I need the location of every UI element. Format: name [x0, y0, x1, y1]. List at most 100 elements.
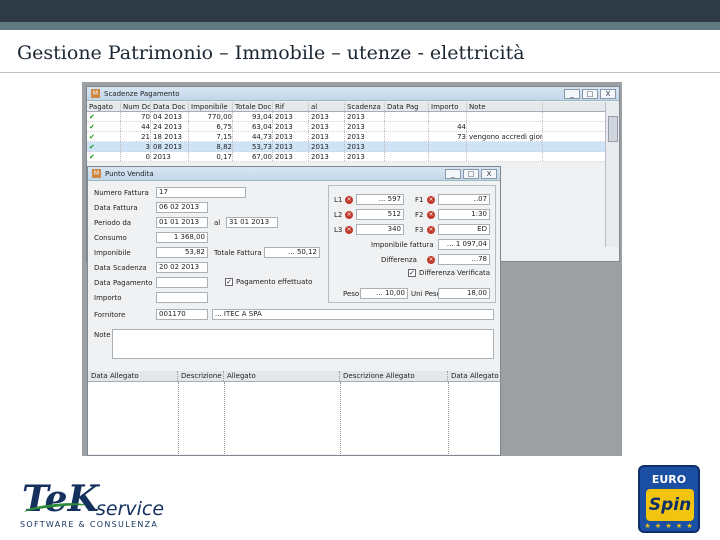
eurospin-stars: ★ ★ ★ ★ ★	[644, 522, 694, 530]
importo-fattura-field[interactable]: ... 1 097,04	[438, 239, 490, 250]
grid-header: Pagato Num Doc Data Doc Imponibile Total…	[87, 102, 605, 112]
header-accent-band	[0, 22, 720, 30]
payments-grid: Pagato Num Doc Data Doc Imponibile Total…	[87, 102, 605, 162]
differenza-field[interactable]: ...78	[438, 254, 490, 265]
paid-check-icon: ✔	[87, 132, 121, 141]
l3-label: L3	[334, 226, 343, 234]
f2-field[interactable]: 1:30	[438, 209, 490, 220]
col-header-imponibile[interactable]: Imponibile	[189, 102, 233, 111]
f1-label: F1	[415, 196, 424, 204]
uni-peso-label: Uni Peso	[411, 290, 441, 298]
table-row[interactable]: ✔ 21 18 2013 7,15 44,73 2013 2013 2013 7…	[87, 132, 605, 142]
attachments-list[interactable]	[88, 382, 500, 454]
data-fattura-label: Data Fattura	[94, 204, 138, 212]
numero-fattura-label: Numero Fattura	[94, 189, 149, 197]
minimize-button[interactable]: _	[445, 169, 461, 179]
pagamento-effettuato-checkbox[interactable]: ✓	[225, 278, 233, 286]
slide-title: Gestione Patrimonio – Immobile – utenze …	[17, 42, 525, 64]
col-header-scadenza[interactable]: Scadenza	[345, 102, 385, 111]
l2-field[interactable]: 512	[356, 209, 404, 220]
consumo-field[interactable]: 1 368,00	[156, 232, 208, 243]
eurospin-euro-text: EURO	[651, 473, 687, 486]
col-header-allegato[interactable]: Allegato	[224, 371, 340, 381]
differenza-label: Differenza	[381, 256, 417, 264]
delete-icon[interactable]: ×	[427, 196, 435, 204]
col-header-descrizione-allegato[interactable]: Descrizione Allegato	[340, 371, 448, 381]
imponibile-field[interactable]: 53,82	[156, 247, 208, 258]
importo-label: Importo	[94, 294, 122, 302]
fornitore-code-field[interactable]: 001170	[156, 309, 208, 320]
eurospin-spin-text: Spin	[646, 489, 694, 521]
col-header-data-allegato[interactable]: Data Allegato	[88, 371, 178, 381]
l3-field[interactable]: 340	[356, 224, 404, 235]
delete-icon[interactable]: ×	[345, 196, 353, 204]
vertical-scrollbar[interactable]	[605, 102, 619, 247]
peso-field[interactable]: ... 10,00	[360, 288, 408, 299]
paid-check-icon: ✔	[87, 152, 121, 161]
delete-icon[interactable]: ×	[345, 211, 353, 219]
maximize-button[interactable]: □	[463, 169, 479, 179]
note-label: Note	[94, 331, 111, 339]
data-scadenza-label: Data Scadenza	[94, 264, 147, 272]
importo-field[interactable]	[156, 292, 208, 303]
note-textarea[interactable]	[112, 329, 494, 359]
minimize-button[interactable]: _	[564, 89, 580, 99]
l1-field[interactable]: ... 597	[356, 194, 404, 205]
col-header-data-doc[interactable]: Data Doc	[151, 102, 189, 111]
close-button[interactable]: X	[600, 89, 616, 99]
l2-label: L2	[334, 211, 343, 219]
delete-icon[interactable]: ×	[427, 211, 435, 219]
data-fattura-field[interactable]: 06 02 2013	[156, 202, 208, 213]
maximize-button[interactable]: □	[582, 89, 598, 99]
close-button[interactable]: X	[481, 169, 497, 179]
totale-fattura-field[interactable]: ... 50,12	[264, 247, 320, 258]
col-header-descrizione[interactable]: Descrizione	[178, 371, 224, 381]
invoice-form: Numero Fattura 17 Data Fattura 06 02 201…	[88, 181, 500, 455]
title-divider	[0, 72, 720, 73]
col-header-note[interactable]: Note	[467, 102, 543, 111]
periodo-al-label: al	[214, 219, 221, 227]
table-row[interactable]: ✔ 70 04 2013 770,00 93,04 2013 2013 2013	[87, 112, 605, 122]
paid-check-icon: ✔	[87, 122, 121, 131]
window-titlebar[interactable]: M Scadenze Pagamento	[87, 87, 619, 101]
uni-peso-field[interactable]: 18,00	[438, 288, 490, 299]
f2-label: F2	[415, 211, 424, 219]
punto-vendita-window: M Punto Vendita _ □ X Numero Fattura 17 …	[87, 166, 501, 456]
importo-fattura-label: Imponibile fattura	[371, 241, 434, 249]
paid-check-icon: ✔	[87, 112, 121, 121]
fornitore-name-field[interactable]: ... ITEC A SPA	[212, 309, 494, 320]
col-header-rif[interactable]: Rif	[273, 102, 309, 111]
col-header-pagato[interactable]: Pagato	[87, 102, 121, 111]
f3-field[interactable]: ED	[438, 224, 490, 235]
col-header-num-doc[interactable]: Num Doc	[121, 102, 151, 111]
col-header-importo[interactable]: Importo	[429, 102, 467, 111]
data-pagamento-field[interactable]	[156, 277, 208, 288]
periodo-al-field[interactable]: 31 01 2013	[226, 217, 278, 228]
col-header-al[interactable]: al	[309, 102, 345, 111]
col-header-data-pag[interactable]: Data Pag	[385, 102, 429, 111]
consumo-label: Consumo	[94, 234, 127, 242]
table-row[interactable]: ✔ 44 24 2013 6,75 63,04 2013 2013 2013 4…	[87, 122, 605, 132]
app-icon: M	[92, 169, 101, 178]
delete-icon[interactable]: ×	[345, 226, 353, 234]
periodo-da-field[interactable]: 01 01 2013	[156, 217, 208, 228]
l1-label: L1	[334, 196, 343, 204]
delete-icon[interactable]: ×	[427, 256, 435, 264]
pagamento-effettuato-label: Pagamento effettuato	[236, 278, 313, 286]
periodo-da-label: Periodo da	[94, 219, 132, 227]
window-title: Punto Vendita	[105, 169, 154, 178]
f1-field[interactable]: ..07	[438, 194, 490, 205]
tek-logo-service: service	[96, 498, 165, 520]
window-titlebar[interactable]: M Punto Vendita	[88, 167, 500, 181]
table-row[interactable]: ✔ 0 2013 0,17 67,00 2013 2013 2013	[87, 152, 605, 162]
window-title: Scadenze Pagamento	[104, 89, 180, 98]
numero-fattura-field[interactable]: 17	[156, 187, 246, 198]
col-header-data-allegato-2[interactable]: Data Allegato	[448, 371, 500, 381]
paid-check-icon: ✔	[87, 142, 121, 151]
col-header-totale-doc[interactable]: Totale Doc	[233, 102, 273, 111]
delete-icon[interactable]: ×	[427, 226, 435, 234]
scrollbar-thumb[interactable]	[608, 116, 618, 142]
differenza-verificata-checkbox[interactable]: ✓	[408, 269, 416, 277]
data-scadenza-field[interactable]: 20 02 2013	[156, 262, 208, 273]
table-row[interactable]: ✔ 3 08 2013 8,82 53,73 2013 2013 2013	[87, 142, 605, 152]
